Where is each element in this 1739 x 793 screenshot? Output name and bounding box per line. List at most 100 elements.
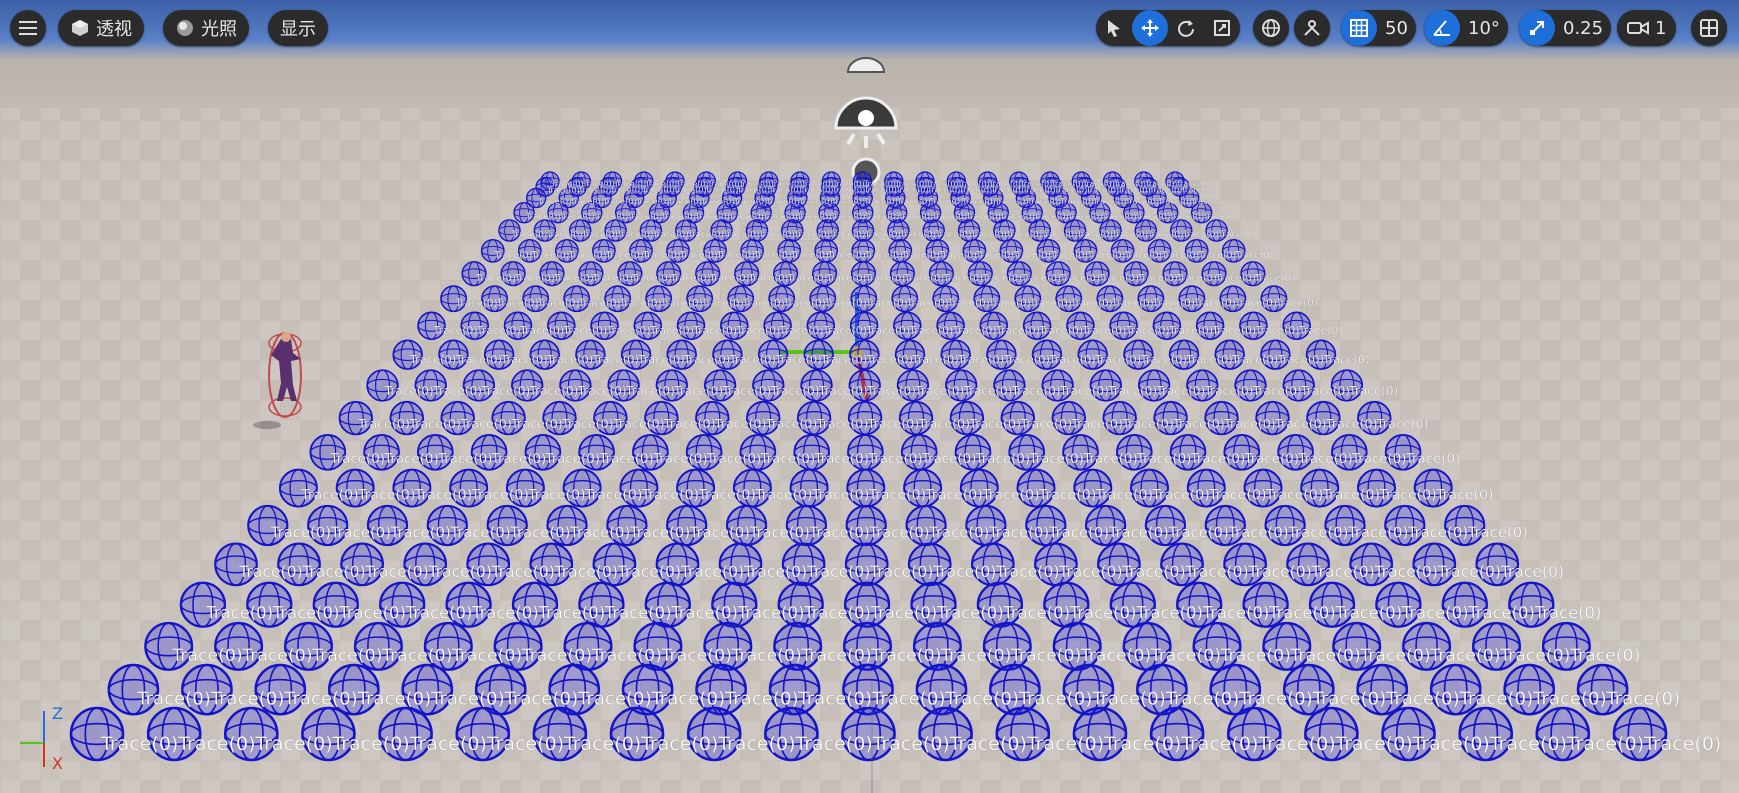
trace-label: Trace(0): [210, 689, 285, 710]
trace-label: Trace(0): [1211, 324, 1256, 337]
trace-label: Trace(0): [667, 196, 702, 206]
trace-label: Trace(0): [254, 733, 332, 755]
trace-label: Trace(0): [383, 452, 439, 467]
trace-label: Trace(0): [813, 452, 869, 467]
trace-label: Trace(0): [1038, 488, 1096, 504]
trace-label: Trace(0): [660, 298, 703, 310]
trace-label: Trace(0): [716, 250, 755, 261]
trace-label: Trace(0): [1098, 273, 1139, 284]
trace-label: Trace(0): [867, 416, 920, 431]
scale-snap-value[interactable]: 0.25: [1555, 10, 1611, 46]
trace-label: Trace(0): [311, 646, 382, 666]
trace-label: Trace(0): [717, 733, 795, 755]
trace-label: Trace(0): [562, 324, 607, 337]
trace-label: Trace(0): [1643, 733, 1721, 755]
translate-mode-button[interactable]: [1132, 10, 1168, 46]
trace-label: Trace(0): [1429, 646, 1500, 666]
trace-label: Trace(0): [1157, 196, 1192, 206]
trace-label: Trace(0): [1010, 646, 1081, 666]
trace-label: Trace(0): [598, 452, 654, 467]
trace-label: Trace(0): [779, 324, 824, 337]
trace-label: Trace(0): [409, 353, 456, 367]
trace-label: Trace(0): [1149, 185, 1183, 195]
trace-label: Trace(0): [803, 603, 871, 622]
trace-label: Trace(0): [1033, 212, 1069, 222]
trace-label: Trace(0): [863, 196, 898, 206]
trace-label: Trace(0): [569, 525, 630, 542]
trace-label: Trace(0): [433, 324, 478, 337]
trace-label: Trace(0): [1059, 384, 1109, 398]
level-viewport[interactable]: Trace(0) Trace(0) Trace(0) Trace(0) Trace(0)…: [0, 0, 1739, 793]
trace-label: Trace(0): [270, 525, 331, 542]
trace-label: Trace(0): [641, 488, 699, 504]
trace-label: Trace(0): [1040, 230, 1077, 240]
trace-label: Trace(0): [357, 416, 410, 431]
trace-label: Trace(0): [1401, 603, 1469, 622]
show-flags-button[interactable]: 显示: [268, 10, 328, 46]
video-camera-icon: [1627, 21, 1649, 35]
trace-label: Trace(0): [609, 185, 643, 195]
trace-label: Trace(0): [796, 212, 832, 222]
trace-label: Trace(0): [1287, 525, 1348, 542]
trace-label: Trace(0): [831, 185, 865, 195]
trace-label: Trace(0): [1202, 212, 1238, 222]
trace-label: Trace(0): [408, 416, 461, 431]
show-flags-label: 显示: [280, 19, 316, 40]
trace-label: Trace(0): [1459, 689, 1534, 710]
trace-label: Trace(0): [1080, 646, 1151, 666]
trace-label: Trace(0): [938, 250, 977, 261]
camera-speed-button[interactable]: 1: [1617, 10, 1677, 46]
trace-label: Trace(0): [994, 196, 1029, 206]
trace-label: Trace(0): [331, 733, 409, 755]
grid-snap-group: 50: [1341, 10, 1416, 46]
trace-label: Trace(0): [432, 384, 482, 398]
trace-label: Trace(0): [1298, 324, 1343, 337]
trace-label: Trace(0): [687, 230, 724, 240]
trace-label: Trace(0): [961, 196, 996, 206]
trace-label: Trace(0): [1069, 603, 1137, 622]
lighting-mode-button[interactable]: 光照: [163, 10, 249, 46]
surface-snapping-button[interactable]: [1294, 10, 1330, 46]
trace-label: Trace(0): [529, 384, 579, 398]
trace-label: Trace(0): [604, 603, 672, 622]
scale-mode-button[interactable]: [1204, 10, 1240, 46]
sky-light-actor[interactable]: [846, 57, 886, 73]
trace-label: Trace(0): [865, 324, 910, 337]
grid-snap-value[interactable]: 50: [1377, 10, 1416, 46]
trace-label: Trace(0): [1217, 230, 1254, 240]
trace-label: Trace(0): [1172, 416, 1225, 431]
trace-label: Trace(0): [949, 733, 1027, 755]
rotation-snap-toggle[interactable]: [1424, 10, 1460, 46]
trace-label: Trace(0): [390, 525, 451, 542]
trace-label: Trace(0): [721, 384, 771, 398]
trace-label: Trace(0): [901, 250, 940, 261]
layout-grid-icon: [1700, 19, 1718, 37]
viewport-layout-button[interactable]: [1691, 10, 1727, 46]
trace-label: Trace(0): [1136, 452, 1192, 467]
rotate-icon: [1178, 20, 1194, 37]
scale-snap-toggle[interactable]: [1519, 10, 1555, 46]
view-mode-button[interactable]: 透视: [58, 10, 144, 46]
trace-label: Trace(0): [737, 603, 805, 622]
trace-label: Trace(0): [760, 452, 816, 467]
trace-label: Trace(0): [1147, 230, 1184, 240]
trace-label: Trace(0): [975, 452, 1031, 467]
rotate-mode-button[interactable]: [1168, 10, 1204, 46]
select-mode-button[interactable]: [1096, 10, 1132, 46]
coordinate-system-button[interactable]: [1253, 10, 1289, 46]
trace-label: Trace(0): [706, 452, 762, 467]
trace-label: Trace(0): [692, 324, 737, 337]
trace-label: Trace(0): [581, 230, 618, 240]
trace-label: Trace(0): [730, 646, 801, 666]
trace-label: Trace(0): [537, 298, 580, 310]
rotation-snap-value[interactable]: 10°: [1460, 10, 1508, 46]
trace-label: Trace(0): [427, 563, 491, 581]
trace-label: Trace(0): [866, 384, 916, 398]
trace-label: Trace(0): [510, 230, 547, 240]
scale-arrow-icon: [1530, 21, 1544, 35]
grid-snap-toggle[interactable]: [1341, 10, 1377, 46]
trace-label: Trace(0): [642, 250, 681, 261]
trace-label: Trace(0): [742, 298, 785, 310]
trace-label: Trace(0): [1289, 646, 1360, 666]
viewport-menu-button[interactable]: [10, 10, 46, 46]
